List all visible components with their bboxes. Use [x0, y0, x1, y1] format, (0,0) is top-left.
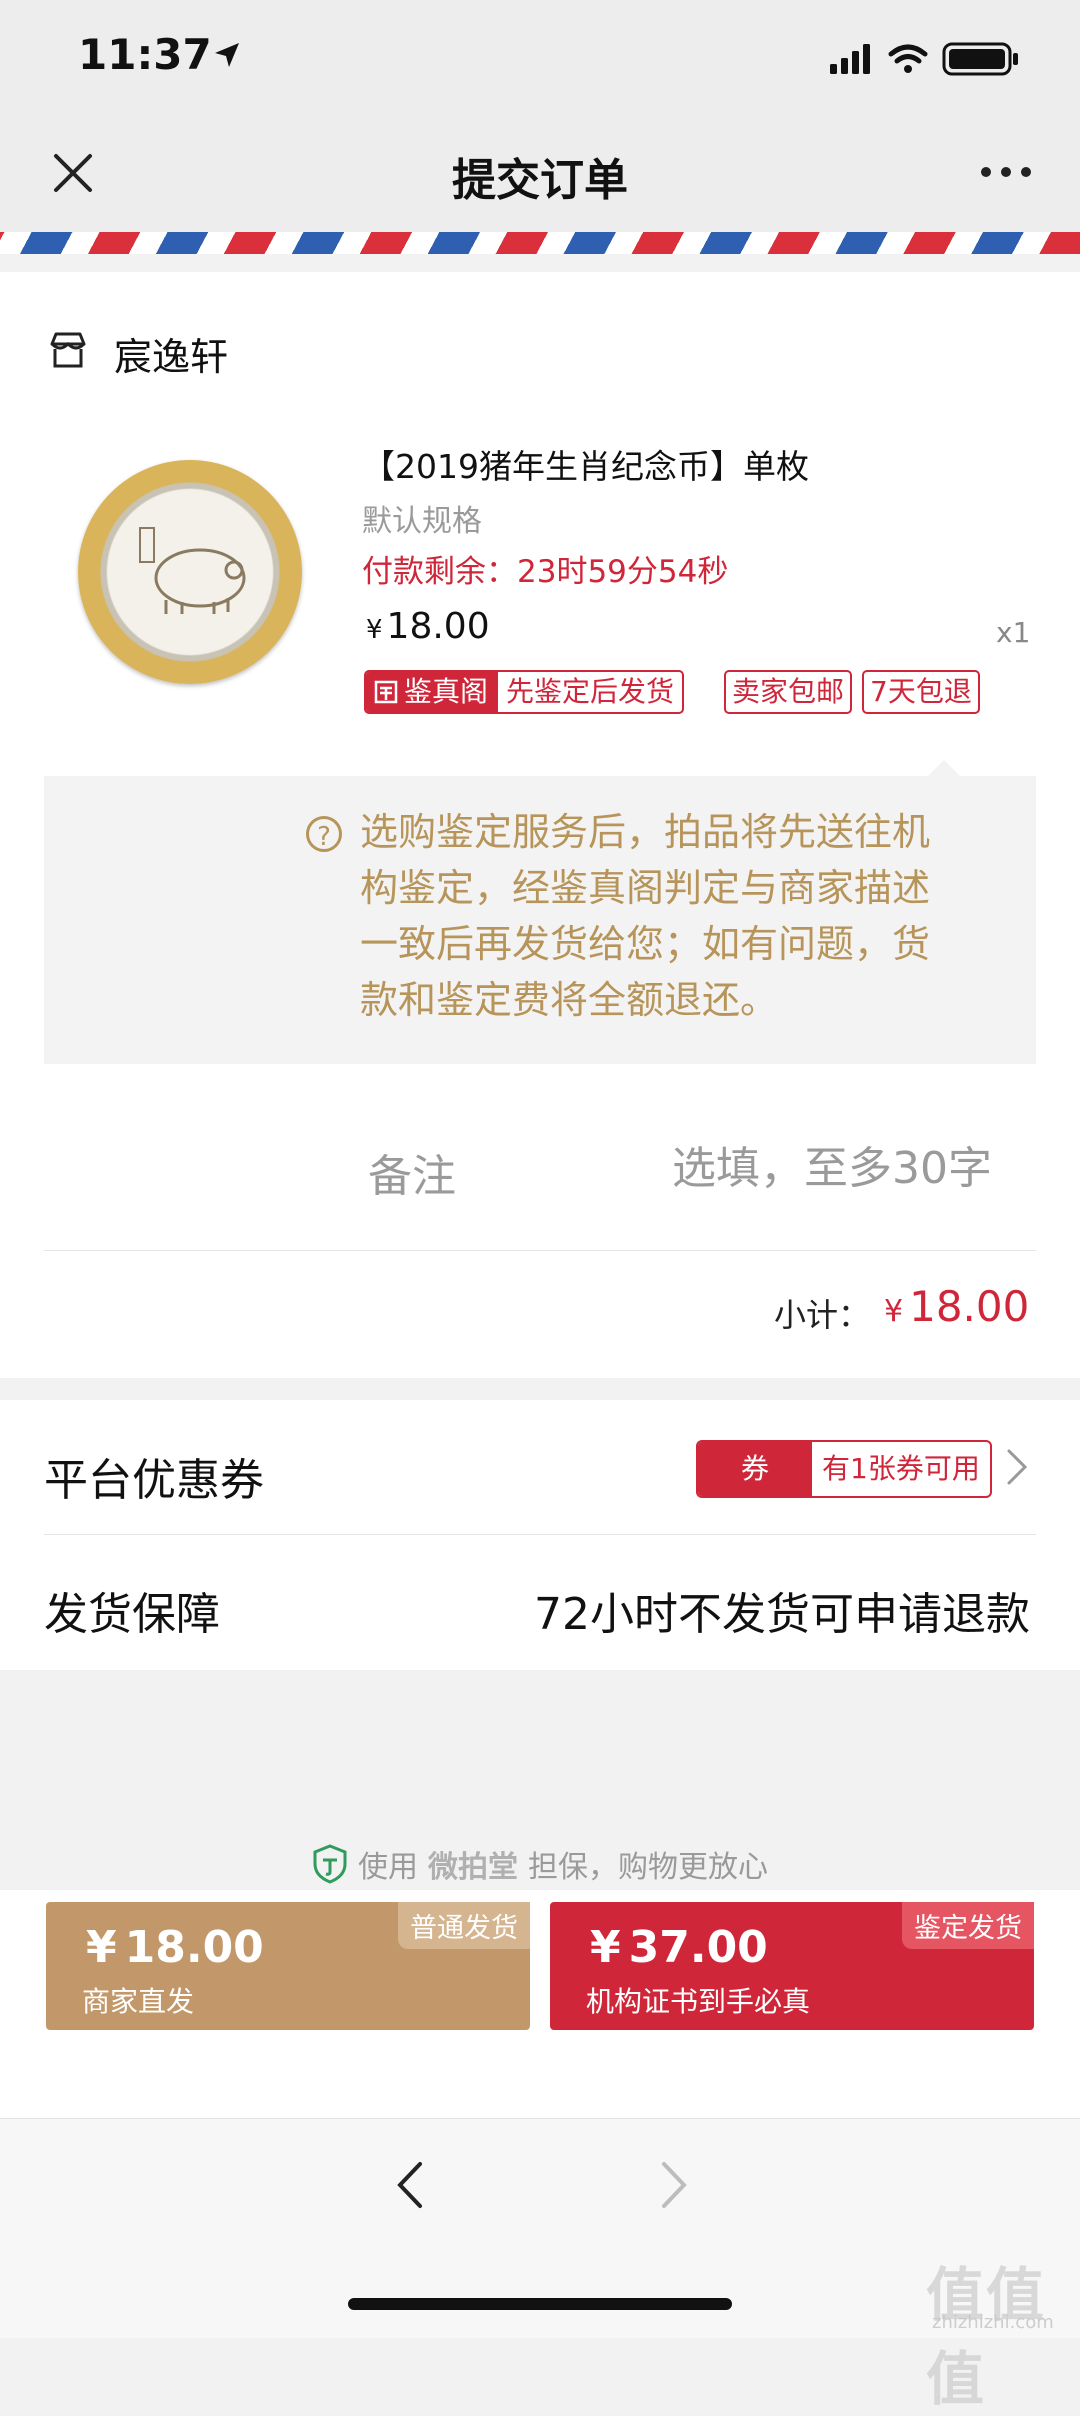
price-value: 18.00: [386, 606, 490, 647]
divider: [44, 1534, 1036, 1535]
status-time: 11:37: [78, 30, 212, 79]
product-spec: 默认规格: [362, 504, 482, 539]
more-button[interactable]: [976, 150, 1036, 190]
status-icons: [826, 38, 1026, 82]
appraisal-shipping-button[interactable]: ¥37.00 机构证书到手必真 鉴定发货: [550, 1902, 1034, 2030]
remark-label: 备注: [368, 1151, 456, 1202]
assurance-line: 使用 微拍堂 担保，购物更放心: [0, 1842, 1080, 1886]
product-quantity: x1: [996, 616, 1031, 649]
question-icon: ?: [306, 816, 342, 852]
appraisal-brand-icon: [374, 680, 398, 704]
forward-button[interactable]: [656, 2158, 692, 2212]
appraisal-brand-label: 鉴真阁: [404, 675, 489, 708]
appraisal-tag-desc: 先鉴定后发货: [506, 675, 675, 708]
back-button[interactable]: [392, 2158, 428, 2212]
page-title: 提交订单: [452, 155, 628, 206]
store-icon: [48, 330, 88, 370]
chevron-left-icon: [397, 2162, 422, 2208]
product-title[interactable]: 【2019猪年生肖纪念币】单枚: [362, 440, 809, 488]
normal-shipping-desc: 商家直发: [82, 1985, 195, 2018]
normal-shipping-amount: 18.00: [124, 1922, 264, 1973]
subtotal-amount: 18.00: [909, 1282, 1030, 1331]
signal-wifi-battery-icon: [830, 42, 1018, 76]
appraisal-tag: 鉴真阁 先鉴定后发货: [364, 670, 685, 714]
airmail-stripe-divider: [0, 232, 1080, 254]
chevron-right-icon: [662, 2162, 687, 2208]
currency-symbol: ¥: [366, 615, 383, 645]
shield-icon: [313, 1844, 347, 1884]
shipping-guarantee-value: 72小时不发货可申请退款: [534, 1589, 1030, 1640]
normal-shipping-badge: 普通发货: [398, 1902, 530, 1949]
shop-name[interactable]: 宸逸轩: [114, 326, 228, 381]
appraisal-tag-brand: 鉴真阁: [366, 672, 499, 712]
assurance-prefix: 使用: [358, 1850, 418, 1885]
chevron-right-icon[interactable]: [1004, 1446, 1030, 1488]
close-icon: [54, 154, 92, 192]
subtotal-label: 小计：: [774, 1296, 871, 1334]
assurance-brand: 微拍堂: [428, 1850, 518, 1885]
coupon-badge[interactable]: 券 有1张券可用: [696, 1440, 992, 1498]
appraisal-info-text: 选购鉴定服务后，拍品将先送往机构鉴定，经鉴真阁判定与商家描述一致后再发货给您；如…: [360, 810, 931, 1022]
return-policy-tag: 7天包退: [862, 670, 980, 714]
normal-shipping-price: ¥18.00: [86, 1922, 264, 1973]
coupon-badge-icon-label: 券: [698, 1442, 812, 1496]
shipping-guarantee-label: 发货保障: [44, 1589, 220, 1640]
appraisal-shipping-amount: 37.00: [628, 1922, 768, 1973]
payment-countdown: 付款剩余：23时59分54秒: [362, 554, 729, 590]
close-button[interactable]: [48, 148, 98, 198]
coupon-available-label: 有1张券可用: [822, 1452, 980, 1485]
divider: [44, 1250, 1036, 1251]
coin-pig-emblem: [139, 527, 246, 614]
appraisal-shipping-badge: 鉴定发货: [902, 1902, 1034, 1949]
normal-shipping-button[interactable]: ¥18.00 商家直发 普通发货: [46, 1902, 530, 2030]
home-indicator: [348, 2298, 732, 2310]
currency-symbol: ¥: [884, 1294, 904, 1329]
assurance-suffix: 担保，购物更放心: [528, 1850, 768, 1885]
coupon-label[interactable]: 平台优惠券: [44, 1444, 264, 1508]
watermark-url: zhizhizhi.com: [932, 2312, 1054, 2333]
remark-input[interactable]: [640, 1132, 994, 1204]
appraisal-shipping-desc: 机构证书到手必真: [586, 1985, 811, 2018]
subtotal-value: ¥18.00: [884, 1282, 1029, 1331]
currency-symbol: ¥: [86, 1922, 117, 1973]
appraisal-shipping-price: ¥37.00: [590, 1922, 768, 1973]
more-dots-icon: [981, 167, 1031, 177]
currency-symbol: ¥: [590, 1922, 621, 1973]
location-arrow-icon: [215, 43, 239, 67]
free-shipping-tag: 卖家包邮: [724, 670, 853, 714]
info-box-pointer: [928, 760, 960, 776]
product-price: ¥18.00: [366, 606, 490, 647]
